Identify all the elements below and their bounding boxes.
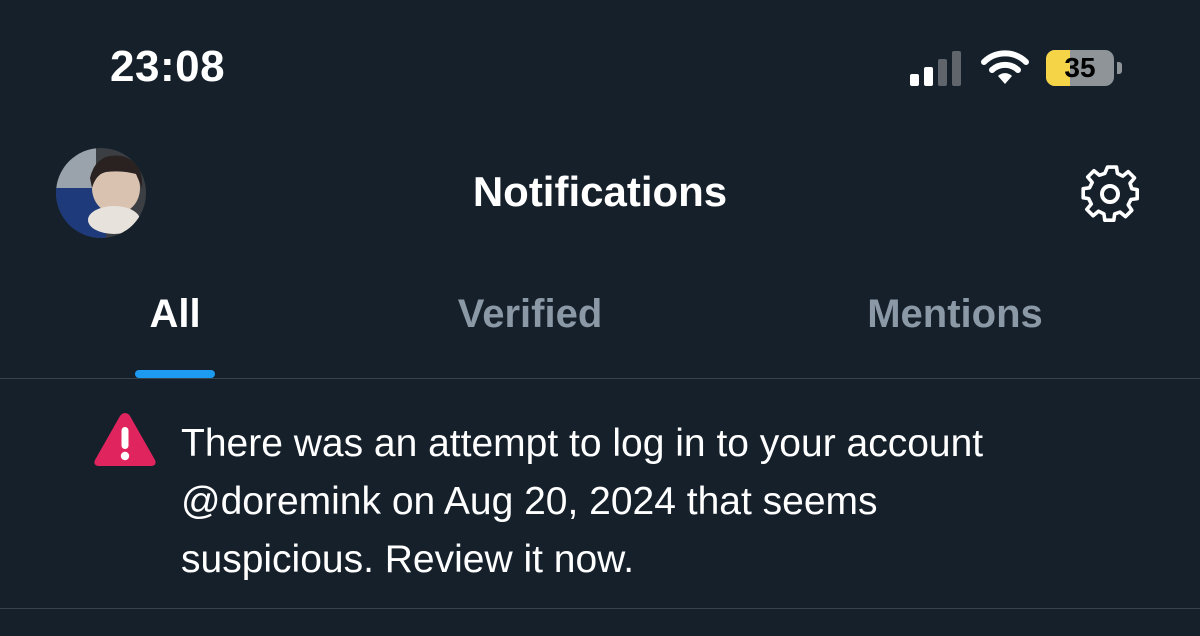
tab-mentions[interactable]: Mentions: [830, 292, 1080, 337]
notification-item[interactable]: There was an attempt to log in to your a…: [0, 379, 1200, 608]
notification-line: suspicious. Review it now.: [181, 538, 635, 581]
divider: [0, 608, 1200, 609]
battery-level: 35: [1064, 52, 1096, 83]
status-bar: 23:08 35: [0, 0, 1200, 130]
cellular-signal-icon: [910, 51, 961, 86]
page-title: Notifications: [472, 168, 728, 215]
tab-verified[interactable]: Verified: [420, 292, 640, 337]
active-tab-indicator: [135, 370, 215, 378]
battery-body: 35: [1046, 50, 1114, 86]
battery-tip: [1117, 62, 1122, 74]
notification-line: There was an attempt to log in to your a…: [181, 422, 984, 465]
status-time: 23:08: [110, 42, 226, 91]
tab-bar: All Verified Mentions: [0, 260, 1200, 378]
warning-icon: [94, 413, 156, 466]
notification-line: @doremink on Aug 20, 2024 that seems: [181, 480, 878, 523]
battery-indicator: 35: [1046, 50, 1122, 86]
tab-all[interactable]: All: [110, 292, 240, 337]
notification-text: There was an attempt to log in to your a…: [181, 415, 1141, 589]
wifi-icon: [981, 50, 1029, 84]
header: Notifications: [0, 130, 1200, 260]
gear-icon[interactable]: [1080, 164, 1140, 224]
